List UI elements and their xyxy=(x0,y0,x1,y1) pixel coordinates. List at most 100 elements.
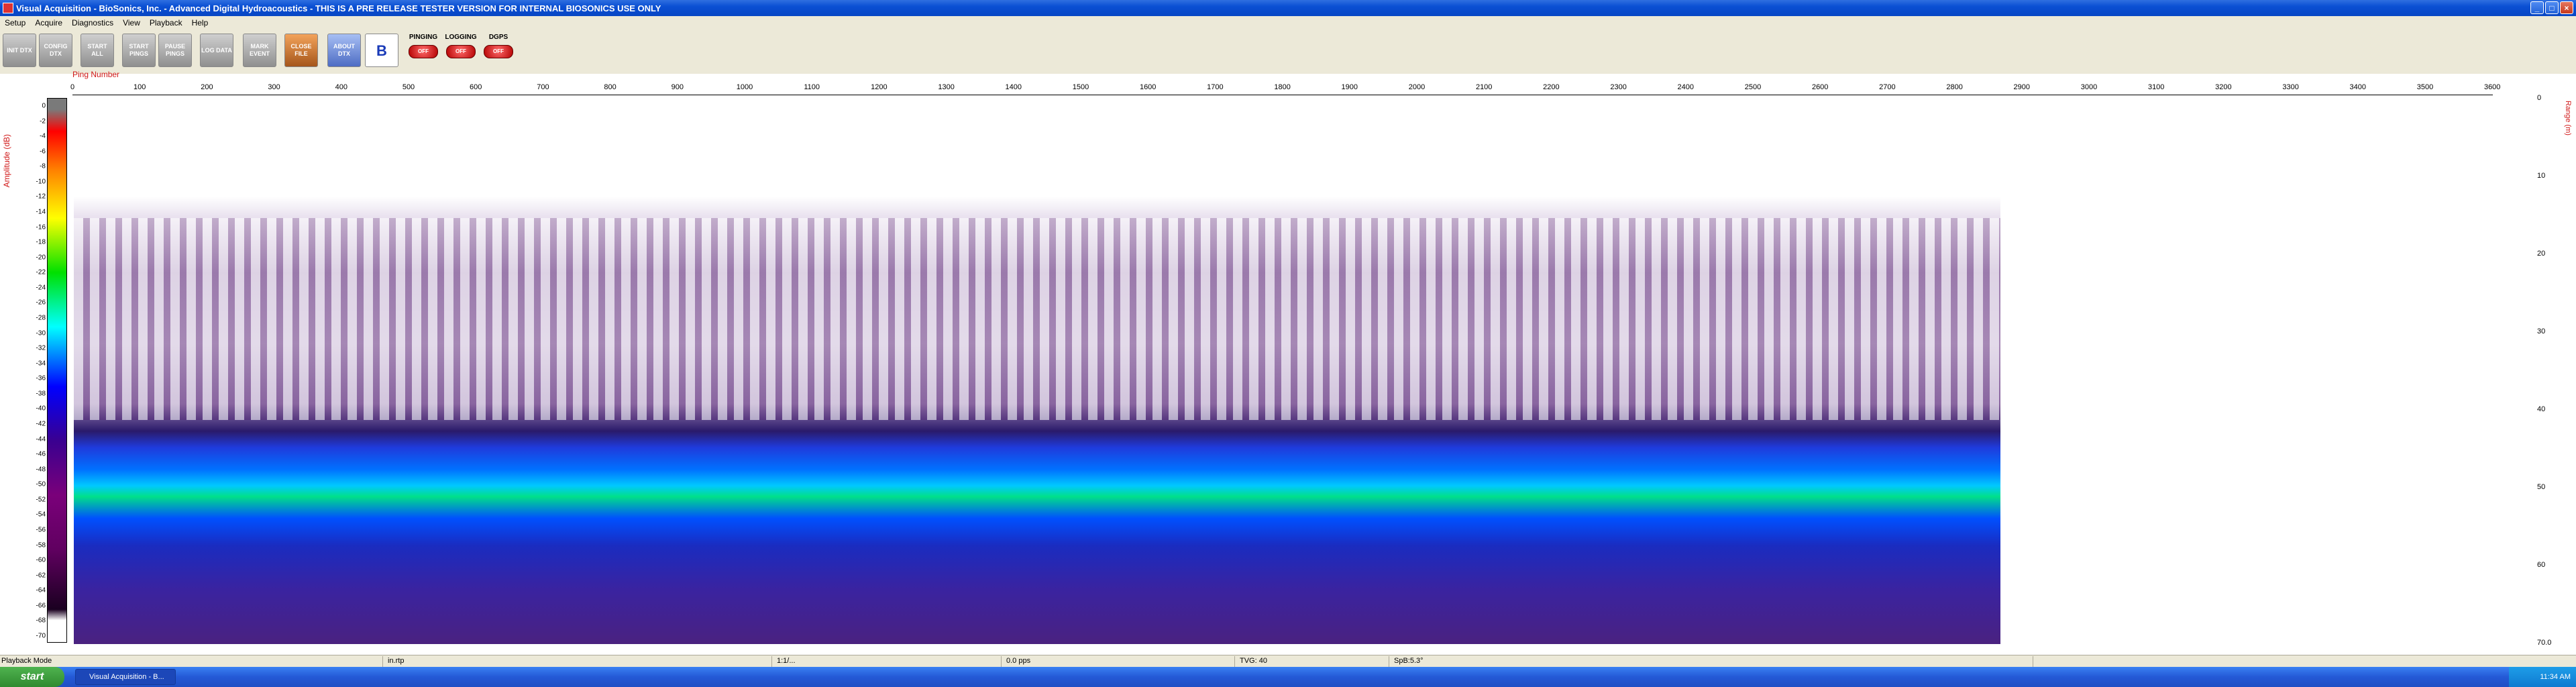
menu-diagnostics[interactable]: Diagnostics xyxy=(67,18,118,28)
ping-tick-label: 3600 xyxy=(2483,83,2501,91)
amplitude-tick-label: -14 xyxy=(36,208,46,216)
mark-event-button[interactable]: MARK EVENT xyxy=(243,34,276,67)
amplitude-tick-label: -68 xyxy=(36,617,46,625)
ping-number-label: Ping Number xyxy=(72,70,120,79)
amplitude-tick-label: -70 xyxy=(36,632,46,640)
dgps-status-pill: OFF xyxy=(484,45,513,58)
amplitude-tick-label: -28 xyxy=(36,314,46,322)
ping-tick-label: 3300 xyxy=(2282,83,2299,91)
pause-pings-button[interactable]: PAUSE PINGS xyxy=(158,34,192,67)
amplitude-tick-label: -16 xyxy=(36,223,46,231)
menu-setup[interactable]: Setup xyxy=(0,18,30,28)
amplitude-tick-label: -18 xyxy=(36,238,46,246)
amplitude-tick-label: -60 xyxy=(36,556,46,564)
menu-view[interactable]: View xyxy=(118,18,145,28)
ping-tick-label: 3000 xyxy=(2080,83,2098,91)
menu-playback[interactable]: Playback xyxy=(145,18,187,28)
amplitude-tick-label: 0 xyxy=(42,102,46,110)
window-title: Visual Acquisition - BioSonics, Inc. - A… xyxy=(16,3,661,13)
start-pings-button[interactable]: START PINGS xyxy=(122,34,156,67)
amplitude-tick-label: -36 xyxy=(36,374,46,382)
ping-tick-label: 1700 xyxy=(1207,83,1224,91)
amplitude-colorbar xyxy=(47,98,67,643)
ping-tick-label: 0 xyxy=(70,83,75,91)
ping-tick-label: 3200 xyxy=(2215,83,2232,91)
ping-tick-label: 700 xyxy=(537,83,549,91)
minimize-button[interactable]: _ xyxy=(2530,1,2544,14)
close-file-button[interactable]: CLOSE FILE xyxy=(284,34,318,67)
log-data-button[interactable]: LOG DATA xyxy=(200,34,233,67)
ping-tick-label: 2700 xyxy=(1879,83,1896,91)
ping-tick-label: 2200 xyxy=(1543,83,1560,91)
amplitude-tick-label: -30 xyxy=(36,329,46,337)
amplitude-tick-label: -50 xyxy=(36,480,46,488)
amplitude-tick-label: -66 xyxy=(36,602,46,610)
range-tick-label: 30 xyxy=(2537,327,2546,335)
amplitude-tick-label: -20 xyxy=(36,254,46,262)
init-dtx-button[interactable]: INIT DTX xyxy=(3,34,36,67)
range-tick-label: 10 xyxy=(2537,172,2546,180)
ping-tick-label: 2300 xyxy=(1610,83,1627,91)
system-tray: 11:34 AM xyxy=(2509,667,2576,687)
amplitude-tick-label: -8 xyxy=(40,162,46,170)
ping-tick-label: 800 xyxy=(604,83,616,91)
taskbar-item-visual-acquisition[interactable]: Visual Acquisition - B... xyxy=(75,669,176,685)
status-mode: Playback Mode xyxy=(1,657,52,665)
amplitude-tick-label: -46 xyxy=(36,450,46,458)
menu-acquire[interactable]: Acquire xyxy=(30,18,67,28)
status-separator xyxy=(382,656,383,667)
ping-tick-label: 2500 xyxy=(1744,83,1762,91)
ping-tick-label: 1900 xyxy=(1341,83,1358,91)
status-c1: 1:1/... xyxy=(777,657,796,665)
amplitude-tick-label: -12 xyxy=(36,193,46,201)
ping-tick-label: 1800 xyxy=(1274,83,1291,91)
dgps-label: DGPS xyxy=(488,34,508,41)
start-all-button[interactable]: START ALL xyxy=(80,34,114,67)
logging-label: LOGGING xyxy=(445,34,477,41)
config-dtx-button[interactable]: CONFIG DTX xyxy=(39,34,72,67)
amplitude-tick-label: -24 xyxy=(36,284,46,292)
status-separator xyxy=(1001,656,1002,667)
taskbar: start Visual Acquisition - B... 11:34 AM xyxy=(0,667,2576,687)
ping-tick-label: 1200 xyxy=(871,83,888,91)
ping-tick-label: 3500 xyxy=(2416,83,2434,91)
logging-status-pill: OFF xyxy=(446,45,476,58)
ping-tick-label: 1600 xyxy=(1139,83,1157,91)
ping-tick-label: 2600 xyxy=(1811,83,1829,91)
ping-tick-label: 3400 xyxy=(2349,83,2367,91)
amplitude-tick-label: -32 xyxy=(36,344,46,352)
range-tick-label: 40 xyxy=(2537,405,2546,413)
menu-help[interactable]: Help xyxy=(187,18,213,28)
title-bar: Visual Acquisition - BioSonics, Inc. - A… xyxy=(0,0,2576,16)
range-tick-label: 0 xyxy=(2537,94,2542,102)
ping-tick-label: 2400 xyxy=(1677,83,1695,91)
menu-bar: Setup Acquire Diagnostics View Playback … xyxy=(0,16,2576,30)
range-tick-label: 60 xyxy=(2537,561,2546,569)
start-button[interactable]: start xyxy=(0,667,64,687)
biosonics-logo-icon[interactable]: B xyxy=(365,34,398,67)
window-controls: _ □ × xyxy=(2530,1,2573,14)
ping-tick-label: 1400 xyxy=(1005,83,1022,91)
amplitude-tick-label: -44 xyxy=(36,435,46,443)
clock: 11:34 AM xyxy=(2540,673,2571,681)
app-icon xyxy=(3,3,13,13)
status-spb: SpB:5.3° xyxy=(1394,657,1424,665)
ping-tick-label: 2900 xyxy=(2013,83,2031,91)
about-dtx-button[interactable]: ABOUT DTX xyxy=(327,34,361,67)
pinging-status-pill: OFF xyxy=(409,45,438,58)
pinging-label: PINGING xyxy=(409,34,438,41)
ping-tick-label: 900 xyxy=(671,83,684,91)
amplitude-tick-label: -58 xyxy=(36,541,46,549)
amplitude-tick-label: -6 xyxy=(40,148,46,156)
amplitude-tick-label: -54 xyxy=(36,511,46,519)
ping-tick-label: 200 xyxy=(201,83,213,91)
ping-tick-label: 1100 xyxy=(804,83,820,91)
ping-tick-label: 300 xyxy=(268,83,280,91)
echogram-image[interactable] xyxy=(74,98,2000,644)
maximize-button[interactable]: □ xyxy=(2545,1,2559,14)
pinging-indicator: PINGING OFF xyxy=(405,34,441,67)
amplitude-tick-label: -34 xyxy=(36,360,46,368)
close-button[interactable]: × xyxy=(2560,1,2573,14)
amplitude-label: Amplitude (dB) xyxy=(2,134,11,188)
ping-tick-label: 500 xyxy=(402,83,415,91)
